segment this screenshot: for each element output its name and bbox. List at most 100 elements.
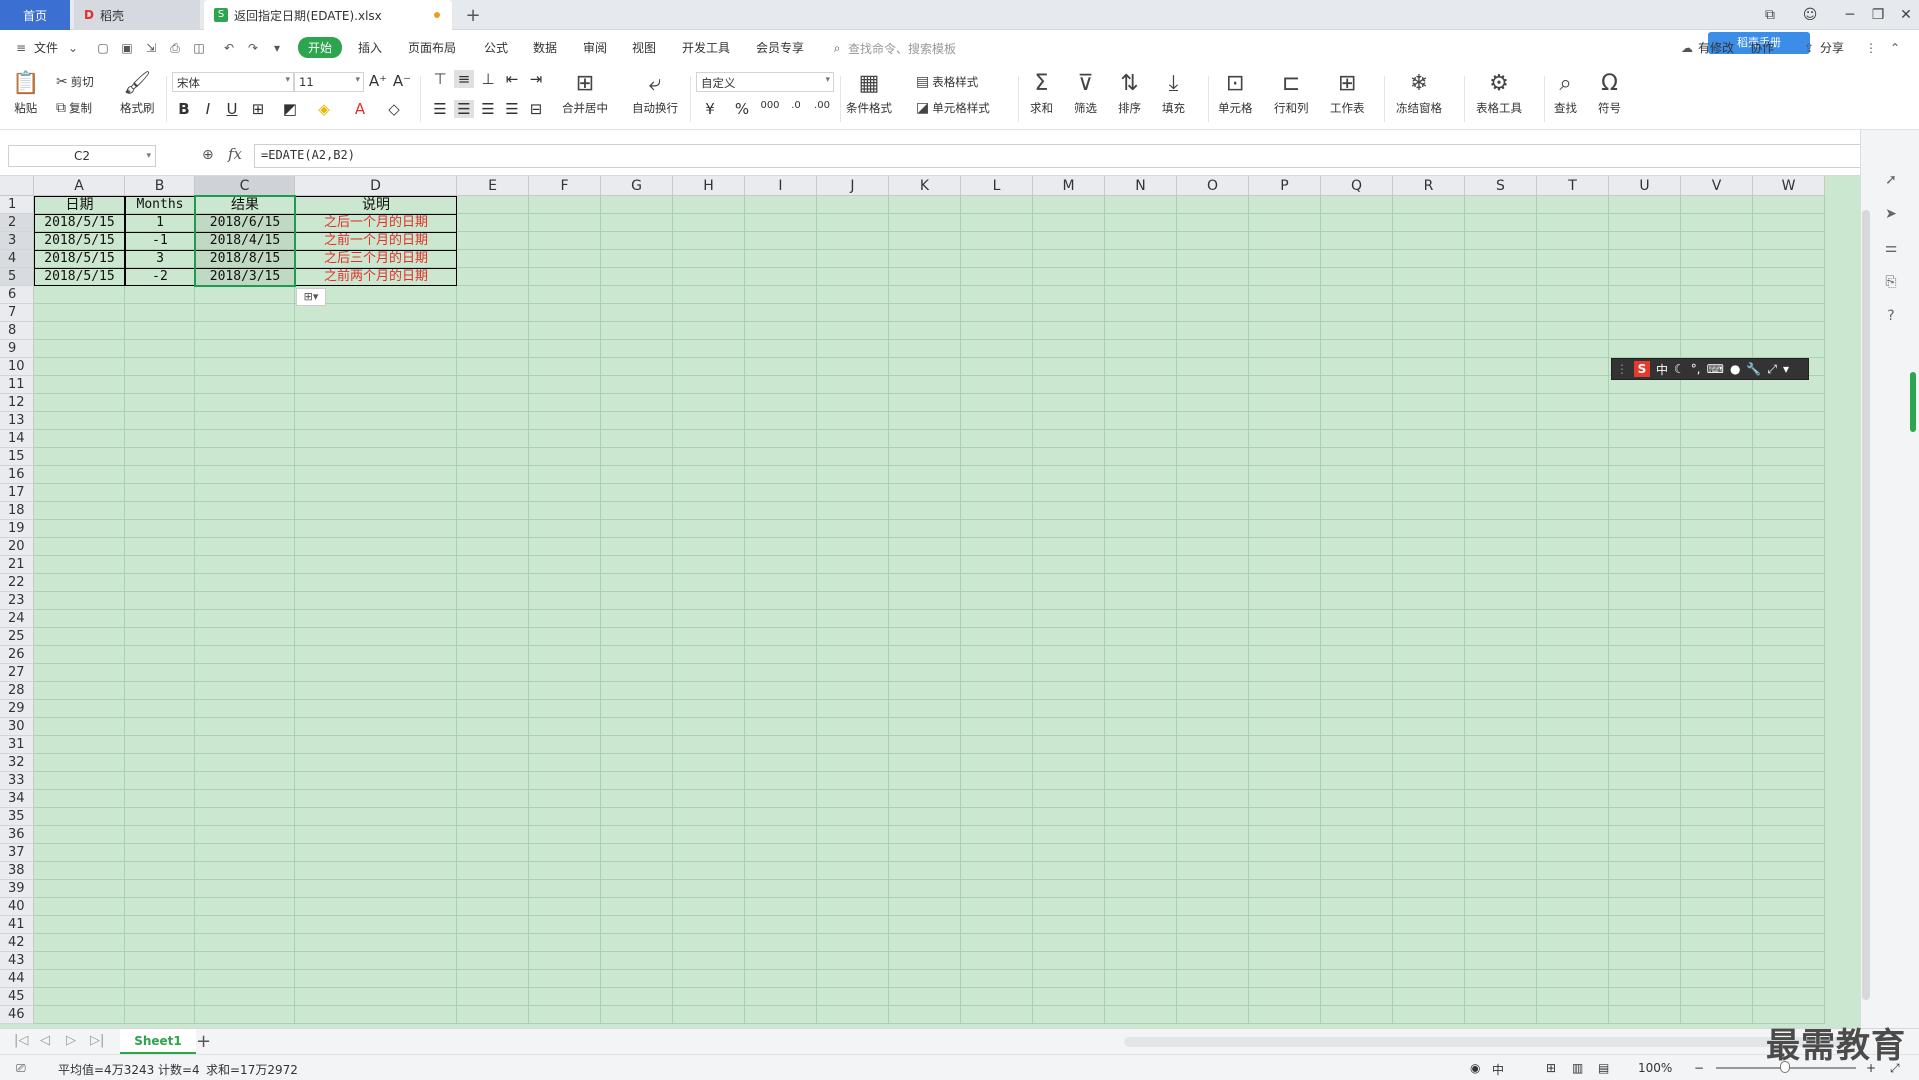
row-header-44[interactable]: 44 [0,970,34,988]
symbol-button[interactable]: Ω 符号 [1598,72,1621,116]
preview-icon[interactable]: ◫ [192,41,206,55]
column-header-G[interactable]: G [601,176,673,196]
close-button[interactable]: ✕ [1892,0,1919,30]
merge-center-button[interactable]: ⊞ 合并居中 [562,72,608,116]
tab-docer[interactable]: D 稻壳 [74,0,200,30]
menu-data[interactable]: 数据 [533,39,557,56]
indent-increase-icon[interactable]: ⇥ [526,70,546,88]
indent-decrease-icon[interactable]: ⇤ [502,70,522,88]
row-header-14[interactable]: 14 [0,430,34,448]
column-header-L[interactable]: L [961,176,1033,196]
row-header-29[interactable]: 29 [0,700,34,718]
row-header-9[interactable]: 9 [0,340,34,358]
column-header-I[interactable]: I [745,176,817,196]
help-icon[interactable]: ? [1881,306,1901,326]
chevron-down-icon[interactable]: ▾ [1783,362,1789,376]
clear-format-icon[interactable]: ◇ [384,100,404,118]
thousands-icon[interactable]: 000 [760,100,780,111]
column-header-E[interactable]: E [457,176,529,196]
command-search-input[interactable]: 查找命令、搜索模板 [848,40,956,57]
column-header-V[interactable]: V [1681,176,1753,196]
restore-button[interactable]: ❐ [1864,0,1892,30]
spreadsheet-grid[interactable]: ABCDEFGHIJKLMNOPQRSTUVW 1 2 3 4 5 6 7 8 9 10 11 12 1… [0,176,1860,1028]
zoom-search-icon[interactable]: ⊕ [202,147,214,163]
tab-workbook[interactable]: S 返回指定日期(EDATE).xlsx [204,0,452,30]
hamburger-icon[interactable]: ≡ [14,41,28,55]
column-header-J[interactable]: J [817,176,889,196]
formula-input[interactable]: =EDATE(A2,B2) [254,144,1876,168]
row-header-31[interactable]: 31 [0,736,34,754]
fill-button[interactable]: ⤓ 填充 [1162,72,1185,116]
customize-icon[interactable]: ▾ [270,41,284,55]
row-header-19[interactable]: 19 [0,520,34,538]
italic-button[interactable]: I [198,100,218,118]
redo-icon[interactable]: ↷ [246,41,260,55]
column-header-A[interactable]: A [34,176,125,196]
share-icon[interactable]: ⇪ [1802,41,1816,55]
wrap-text-button[interactable]: ⤶ 自动换行 [632,72,678,116]
cell-B2[interactable]: 1 [125,214,195,232]
align-center-icon[interactable]: ☰ [454,100,474,118]
menu-review[interactable]: 审阅 [583,39,607,56]
row-header-24[interactable]: 24 [0,610,34,628]
align-top-icon[interactable]: ⊤ [430,70,450,88]
column-header-K[interactable]: K [889,176,961,196]
decrease-decimal-icon[interactable]: .00 [812,100,832,111]
backup-icon[interactable]: ⎘ [1881,272,1901,292]
horizontal-scrollbar[interactable] [1124,1037,1864,1047]
row-header-45[interactable]: 45 [0,988,34,1006]
wrench-icon[interactable]: 🔧 [1746,362,1761,376]
chevron-down-icon[interactable]: ⌄ [66,41,80,55]
undo-icon[interactable]: ↶ [222,41,236,55]
paste-button[interactable]: 📋 粘贴 [12,72,39,116]
align-bottom-icon[interactable]: ⊥ [478,70,498,88]
row-col-button[interactable]: ⊏ 行和列 [1274,72,1309,116]
cell-D4[interactable]: 之后三个月的日期 [295,250,457,268]
menu-developer[interactable]: 开发工具 [682,39,730,56]
number-format-select[interactable]: 自定义 ▾ [696,72,834,92]
ime-language-status[interactable]: 中 [1492,1061,1504,1078]
row-header-36[interactable]: 36 [0,826,34,844]
row-header-1[interactable]: 1 [0,196,34,214]
align-right-icon[interactable]: ☰ [478,100,498,118]
font-size-select[interactable]: 11 ▾ [294,72,364,92]
row-header-37[interactable]: 37 [0,844,34,862]
column-header-T[interactable]: T [1537,176,1609,196]
cell-D5[interactable]: 之前两个月的日期 [295,268,457,286]
row-header-34[interactable]: 34 [0,790,34,808]
column-header-O[interactable]: O [1177,176,1249,196]
row-header-32[interactable]: 32 [0,754,34,772]
moon-icon[interactable]: ☾ [1674,362,1685,376]
cell-A1[interactable]: 日期 [34,196,125,214]
minimize-button[interactable]: ─ [1836,0,1864,30]
column-header-D[interactable]: D [295,176,457,196]
freeze-panes-button[interactable]: ❄ 冻结窗格 [1396,72,1442,116]
zoom-out-icon[interactable]: − [1694,1061,1704,1075]
first-sheet-icon[interactable]: |◁ [14,1033,28,1048]
export-icon[interactable]: ⇲ [144,41,158,55]
cloud-sync-icon[interactable]: ☁ [1680,41,1694,55]
format-painter-button[interactable]: 🖌 格式刷 [120,72,155,116]
column-header-W[interactable]: W [1753,176,1825,196]
row-header-27[interactable]: 27 [0,664,34,682]
row-header-21[interactable]: 21 [0,556,34,574]
row-header-46[interactable]: 46 [0,1006,34,1024]
row-header-30[interactable]: 30 [0,718,34,736]
column-header-Q[interactable]: Q [1321,176,1393,196]
function-icon[interactable]: fx [228,145,242,163]
vertical-scrollbar-thumb[interactable] [1862,210,1870,1000]
font-color-icon[interactable]: A [350,100,370,118]
page-layout-view-icon[interactable]: ▥ [1572,1061,1583,1075]
column-header-N[interactable]: N [1105,176,1177,196]
row-header-13[interactable]: 13 [0,412,34,430]
prev-sheet-icon[interactable]: ◁ [40,1033,50,1048]
last-sheet-icon[interactable]: ▷| [90,1033,104,1048]
fill-style-icon[interactable]: ◩ [280,100,300,118]
sum-button[interactable]: Σ 求和 [1030,72,1053,116]
row-header-10[interactable]: 10 [0,358,34,376]
row-header-22[interactable]: 22 [0,574,34,592]
currency-icon[interactable]: ¥ [700,100,720,118]
avatar[interactable]: ☺ [1796,0,1824,30]
row-header-2[interactable]: 2 [0,214,34,232]
cursor-icon[interactable]: ➤ [1881,204,1901,224]
